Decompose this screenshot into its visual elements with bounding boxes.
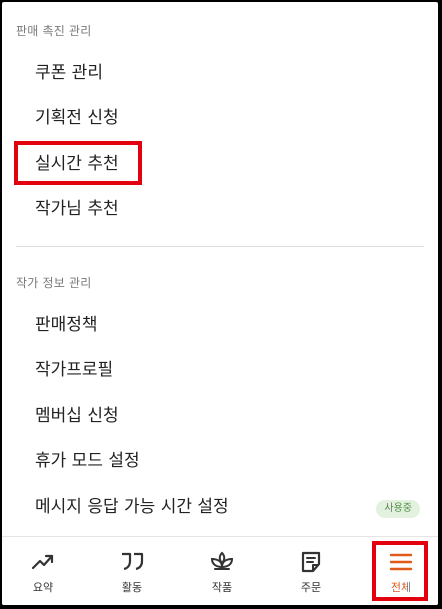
- menu-item-coupon[interactable]: 쿠폰 관리: [35, 62, 103, 84]
- bottom-nav: 요약 활동 작품 주문 전체: [2, 536, 438, 605]
- menu-item-realtime-recommend[interactable]: 실시간 추천: [35, 153, 119, 175]
- section-title-promotion: 판매 촉진 관리: [16, 24, 92, 38]
- nav-tab-orders[interactable]: 주문: [274, 537, 348, 605]
- nav-label-summary: 요약: [32, 581, 54, 594]
- order-icon: [301, 551, 321, 573]
- menu-item-exhibition[interactable]: 기획전 신청: [35, 107, 119, 129]
- status-badge: 사용중: [376, 500, 420, 518]
- menu-item-vacation-mode[interactable]: 휴가 모드 설정: [35, 450, 140, 472]
- menu-screen: 판매 촉진 관리 쿠폰 관리 기획전 신청 실시간 추천 작가님 추천 작가 정…: [2, 2, 438, 605]
- menu-item-artist-recommend[interactable]: 작가님 추천: [35, 198, 119, 220]
- menu-icon: [389, 553, 413, 571]
- nav-label-works: 작품: [211, 581, 233, 594]
- section-title-artist-info: 작가 정보 관리: [16, 276, 92, 290]
- nav-tab-works[interactable]: 작품: [185, 537, 259, 605]
- menu-item-sales-policy[interactable]: 판매정책: [35, 314, 98, 336]
- quote-icon: [122, 552, 144, 571]
- plant-icon: [210, 551, 234, 570]
- nav-tab-activity[interactable]: 활동: [95, 537, 169, 605]
- nav-label-all: 전체: [390, 581, 412, 594]
- nav-label-orders: 주문: [300, 581, 322, 594]
- nav-tab-summary[interactable]: 요약: [6, 537, 80, 605]
- menu-item-message-hours[interactable]: 메시지 응답 가능 시간 설정: [35, 496, 229, 518]
- nav-tab-all[interactable]: 전체: [364, 537, 438, 605]
- menu-item-membership[interactable]: 멤버십 신청: [35, 405, 119, 427]
- nav-label-activity: 활동: [121, 581, 143, 594]
- menu-item-artist-profile[interactable]: 작가프로필: [35, 359, 113, 381]
- trend-icon: [31, 554, 54, 570]
- section-divider: [16, 246, 424, 247]
